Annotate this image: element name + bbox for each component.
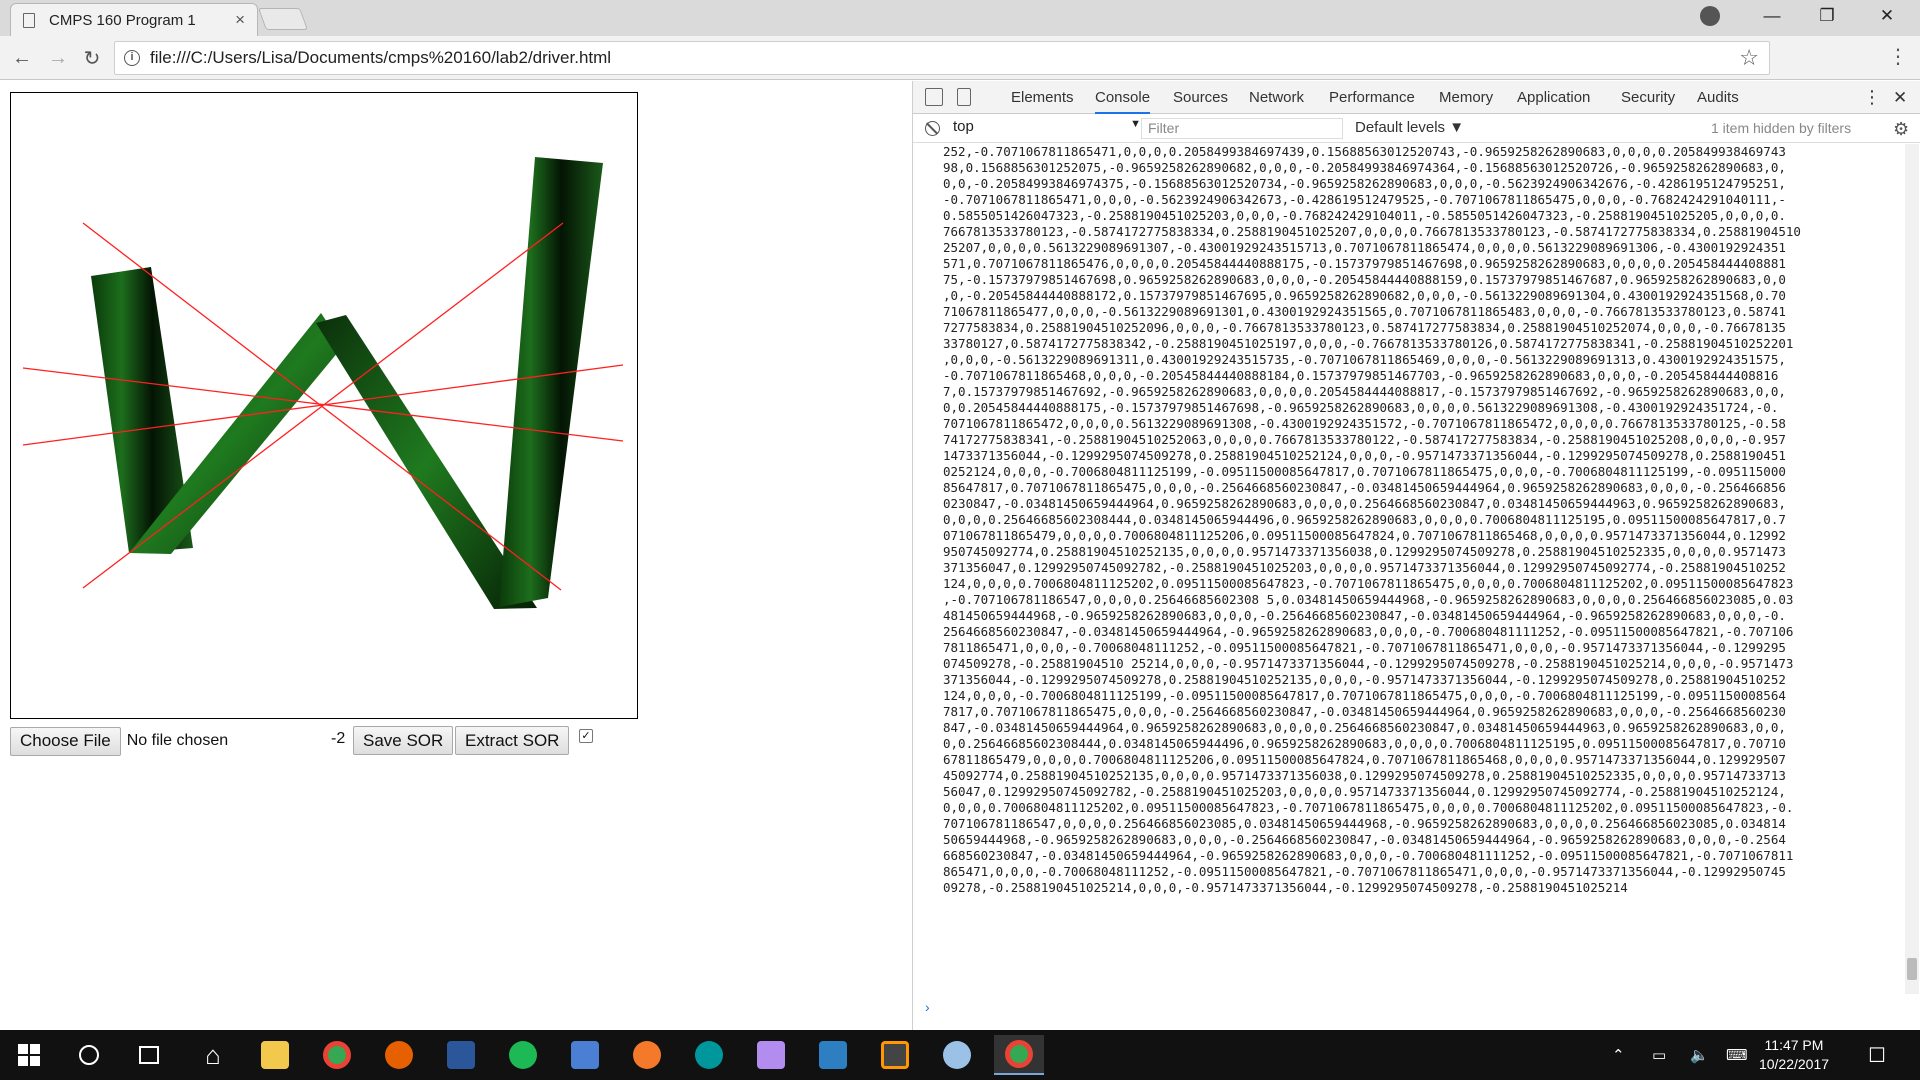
spotify-icon[interactable] bbox=[498, 1035, 548, 1075]
tab-elements[interactable]: Elements bbox=[1011, 81, 1074, 114]
paint-icon[interactable] bbox=[932, 1035, 982, 1075]
console-output: 252,-0.7071067811865471,0,0,0,0.20584993… bbox=[913, 144, 1908, 982]
page-content: Choose File No file chosen -2 Save SOR E… bbox=[0, 81, 912, 1030]
console-prompt[interactable]: › bbox=[925, 999, 930, 1015]
volume-icon[interactable]: 🔈 bbox=[1690, 1030, 1709, 1080]
network-tool-icon[interactable] bbox=[560, 1035, 610, 1075]
windows-start-icon[interactable] bbox=[4, 1035, 54, 1075]
purple-app-icon[interactable] bbox=[746, 1035, 796, 1075]
url-text: file:///C:/Users/Lisa/Documents/cmps%201… bbox=[150, 48, 612, 67]
search-circle-icon[interactable] bbox=[64, 1035, 114, 1075]
filter-input[interactable]: Filter bbox=[1141, 118, 1343, 139]
file-explorer-icon[interactable] bbox=[250, 1035, 300, 1075]
address-bar[interactable]: i file:///C:/Users/Lisa/Documents/cmps%2… bbox=[114, 41, 1770, 75]
tab-performance[interactable]: Performance bbox=[1329, 81, 1415, 114]
bookmark-star-icon[interactable]: ☆ bbox=[1739, 45, 1759, 71]
close-tab-icon[interactable]: × bbox=[235, 10, 245, 30]
document-icon bbox=[23, 12, 35, 28]
hidden-items-text: 1 item hidden by filters bbox=[1711, 120, 1852, 136]
console-filter-bar: top ▼ Filter Default levels ▼ 1 item hid… bbox=[913, 114, 1920, 143]
tab-network[interactable]: Network bbox=[1249, 81, 1304, 114]
info-icon[interactable]: i bbox=[124, 50, 140, 66]
gear-icon[interactable]: ⚙ bbox=[1893, 119, 1909, 140]
devtools-menu-icon[interactable]: ⋮ bbox=[1863, 81, 1881, 114]
clock-date: 10/22/2017 bbox=[1758, 1056, 1830, 1072]
w-stroke-right bbox=[499, 157, 603, 607]
arduino-icon[interactable] bbox=[684, 1035, 734, 1075]
show-hidden-icons-icon[interactable]: ⌃ bbox=[1612, 1030, 1625, 1080]
devtools-tabbar: Elements Console Sources Network Perform… bbox=[913, 81, 1920, 114]
sublime-icon[interactable] bbox=[870, 1035, 920, 1075]
file-controls: Choose File No file chosen bbox=[10, 726, 228, 756]
browser-tab[interactable]: CMPS 160 Program 1 × bbox=[10, 3, 258, 36]
tab-strip: CMPS 160 Program 1 × — ❐ ✕ bbox=[0, 0, 1920, 36]
device-toolbar-icon[interactable] bbox=[957, 88, 971, 106]
dropdown-arrow-icon: ▼ bbox=[1130, 118, 1141, 130]
no-file-text: No file chosen bbox=[126, 732, 229, 749]
canvas-drawing bbox=[22, 157, 624, 609]
notifications-icon[interactable]: ☐ bbox=[1868, 1030, 1886, 1080]
profile-icon[interactable] bbox=[1700, 6, 1720, 26]
browser-toolbar: ← → ↻ i file:///C:/Users/Lisa/Documents/… bbox=[0, 36, 1920, 80]
option-checkbox[interactable]: ✓ bbox=[579, 729, 593, 743]
close-devtools-icon[interactable]: ✕ bbox=[1893, 81, 1907, 114]
tab-sources[interactable]: Sources bbox=[1173, 81, 1228, 114]
blender-icon[interactable] bbox=[622, 1035, 672, 1075]
battery-icon[interactable]: ▭ bbox=[1652, 1030, 1666, 1080]
extract-sor-button[interactable]: Extract SOR bbox=[455, 726, 570, 755]
value-display: -2 bbox=[331, 730, 346, 747]
reload-icon[interactable]: ↻ bbox=[78, 44, 106, 72]
choose-file-button[interactable]: Choose File bbox=[10, 726, 121, 756]
home-icon[interactable]: ⌂ bbox=[188, 1035, 238, 1075]
tab-title: CMPS 160 Program 1 bbox=[49, 11, 196, 29]
bracket-app-icon[interactable] bbox=[808, 1035, 858, 1075]
tab-audits[interactable]: Audits bbox=[1697, 81, 1739, 114]
windows-taskbar: ⌂ ⌃ ▭ 🔈 ⌨ 11:47 PM 10/22/2017 ☐ bbox=[0, 1030, 1920, 1080]
levels-dropdown[interactable]: Default levels ▼ bbox=[1355, 119, 1464, 136]
new-tab-button[interactable] bbox=[257, 8, 309, 30]
console-log-text: 252,-0.7071067811865471,0,0,0,0.20584993… bbox=[943, 144, 1801, 895]
keyboard-icon[interactable]: ⌨ bbox=[1726, 1030, 1748, 1080]
chrome-active-icon[interactable] bbox=[994, 1035, 1044, 1075]
tab-console[interactable]: Console bbox=[1095, 81, 1151, 114]
task-view-icon[interactable] bbox=[124, 1035, 174, 1075]
back-arrow-icon[interactable]: ← bbox=[8, 44, 36, 72]
chrome-menu-icon[interactable]: ⋮ bbox=[1888, 44, 1908, 69]
devtools-panel: Elements Console Sources Network Perform… bbox=[912, 81, 1920, 1030]
console-scrollbar[interactable] bbox=[1905, 144, 1919, 994]
inspect-element-icon[interactable] bbox=[925, 88, 943, 106]
restore-icon[interactable]: ❐ bbox=[1800, 0, 1854, 32]
tab-memory[interactable]: Memory bbox=[1439, 81, 1493, 114]
word-icon[interactable] bbox=[436, 1035, 486, 1075]
tab-application[interactable]: Application bbox=[1517, 81, 1590, 114]
close-window-icon[interactable]: ✕ bbox=[1860, 0, 1914, 32]
clear-console-icon[interactable] bbox=[925, 121, 940, 136]
save-sor-button[interactable]: Save SOR bbox=[353, 726, 454, 755]
clock-time: 11:47 PM bbox=[1764, 1037, 1824, 1053]
system-clock[interactable]: 11:47 PM 10/22/2017 bbox=[1755, 1036, 1833, 1074]
context-select[interactable]: top ▼ bbox=[953, 118, 1145, 139]
firefox-icon[interactable] bbox=[374, 1035, 424, 1075]
scrollbar-thumb[interactable] bbox=[1907, 958, 1917, 980]
minimize-icon[interactable]: — bbox=[1745, 0, 1799, 32]
context-value: top bbox=[953, 118, 974, 135]
forward-arrow-icon[interactable]: → bbox=[44, 44, 72, 72]
webgl-canvas[interactable] bbox=[10, 92, 638, 719]
chrome-icon[interactable] bbox=[312, 1035, 362, 1075]
tab-security[interactable]: Security bbox=[1621, 81, 1675, 114]
